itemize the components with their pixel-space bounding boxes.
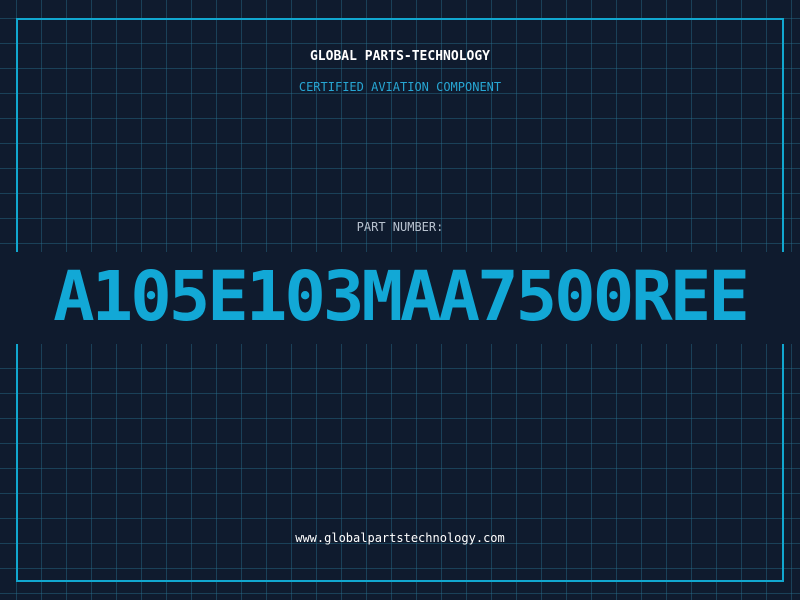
label-canvas: GLOBAL PARTS-TECHNOLOGY CERTIFIED AVIATI… <box>0 0 800 600</box>
part-number-value: A105E103MAA7500REE <box>53 257 750 337</box>
company-name: GLOBAL PARTS-TECHNOLOGY <box>309 49 490 64</box>
certification-tagline: CERTIFIED AVIATION COMPONENT <box>298 80 502 94</box>
part-number-label: PART NUMBER: <box>356 220 444 234</box>
website-url: www.globalpartstechnology.com <box>295 531 505 545</box>
